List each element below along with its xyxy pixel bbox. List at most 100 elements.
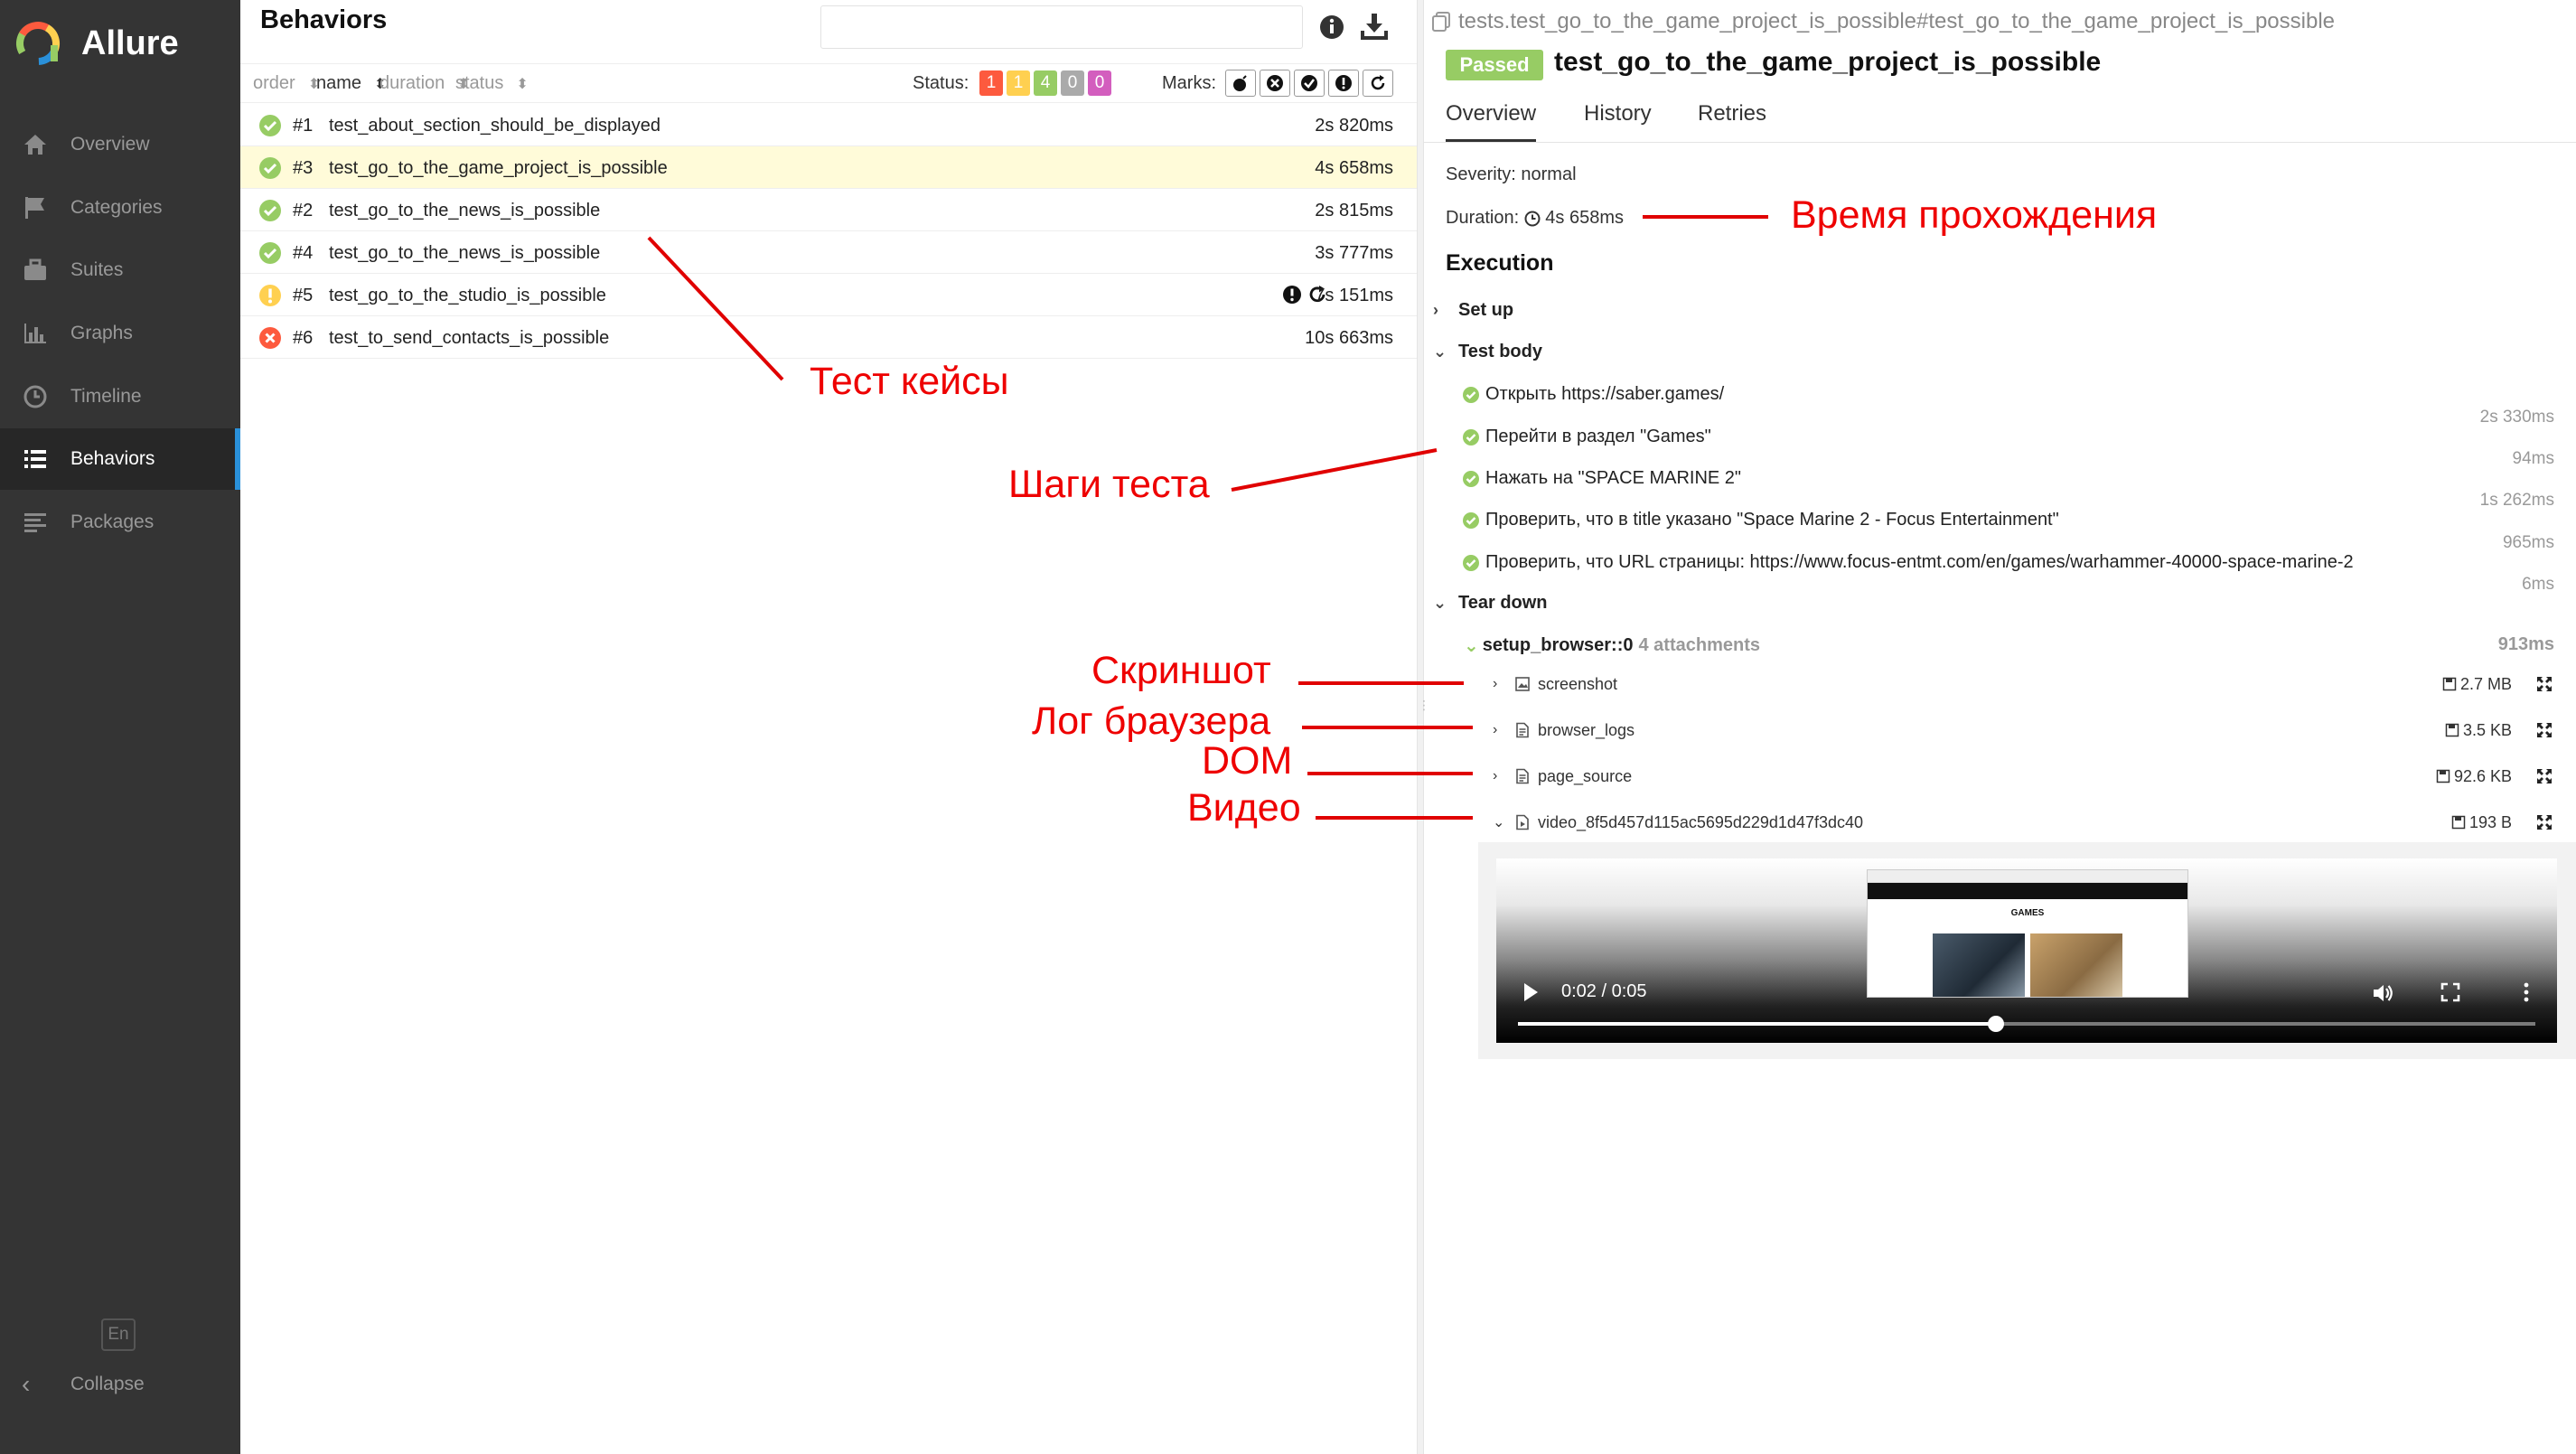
video-player[interactable]: GAMES 0:02 / 0:05 [1496, 858, 2557, 1043]
sidebar-item-label: Categories [70, 197, 163, 218]
attachment-browser-logs[interactable]: › browser_logs 3.5 KB [1493, 712, 2559, 748]
step-duration: 2s 330ms [2479, 408, 2554, 427]
clock-icon [1524, 211, 1541, 226]
sidebar-item-label: Graphs [70, 323, 133, 343]
video-progress-fill [1518, 1022, 1997, 1026]
sidebar-item-overview[interactable]: Overview [0, 114, 240, 175]
test-row[interactable]: #1 test_about_section_should_be_displaye… [240, 104, 1417, 146]
brand[interactable]: Allure [13, 16, 179, 70]
test-row[interactable]: #5 test_go_to_the_studio_is_possible 7s … [240, 274, 1417, 316]
execution-title: Execution [1446, 250, 1554, 276]
test-number: #6 [293, 328, 314, 348]
brand-name: Allure [81, 23, 179, 62]
step-duration: 965ms [2502, 533, 2554, 552]
teardown-fixture[interactable]: ⌄ setup_browser::0 4 attachments [1464, 634, 1760, 657]
passed-status-icon [1463, 470, 1479, 487]
test-name: test_go_to_the_studio_is_possible [329, 286, 606, 305]
copy-icon[interactable] [1431, 11, 1453, 33]
column-label: duration [379, 73, 445, 93]
check-circle-icon [1301, 75, 1317, 91]
more-options-icon[interactable] [2523, 981, 2530, 1003]
drag-handle-icon[interactable]: ⋮ [1418, 699, 1430, 746]
test-row[interactable]: #2 test_go_to_the_news_is_possible 2s 81… [240, 189, 1417, 231]
fullscreen-icon[interactable] [2440, 981, 2461, 1003]
mark-flaky-button[interactable] [1225, 70, 1256, 97]
expand-icon[interactable] [2535, 721, 2553, 739]
attachment-screenshot[interactable]: › screenshot 2.7 MB [1493, 666, 2559, 702]
info-icon[interactable] [1317, 13, 1346, 42]
status-count-passed[interactable]: 4 [1034, 70, 1057, 96]
video-file-icon [1516, 814, 1529, 830]
teardown-section[interactable]: ⌄ Tear down [1433, 593, 1548, 614]
expand-icon[interactable] [2535, 813, 2553, 831]
download-icon[interactable] [1359, 11, 1390, 42]
chevron-left-icon: ‹ [22, 1370, 31, 1398]
test-body-section[interactable]: ⌄ Test body [1433, 342, 1542, 362]
chevron-down-icon: ⌄ [1433, 594, 1447, 612]
expand-icon[interactable] [2535, 675, 2553, 693]
setup-section[interactable]: › Set up [1433, 300, 1513, 321]
passed-status-icon [1463, 386, 1479, 403]
mark-new-passed-button[interactable] [1294, 70, 1325, 97]
passed-status-icon [259, 115, 281, 136]
column-label: name [316, 73, 362, 93]
test-row-selected[interactable]: #3 test_go_to_the_game_project_is_possib… [240, 146, 1417, 189]
status-count-unknown[interactable]: 0 [1088, 70, 1111, 96]
step-item[interactable]: Проверить, что URL страницы: https://www… [1462, 552, 2354, 573]
failed-status-icon [259, 327, 281, 349]
test-row[interactable]: #6 test_to_send_contacts_is_possible 10s… [240, 316, 1417, 359]
mark-new-failed-button[interactable] [1260, 70, 1290, 97]
sidebar-item-packages[interactable]: Packages [0, 492, 240, 553]
sort-name[interactable]: name ⬍ [316, 73, 386, 94]
volume-icon[interactable] [2371, 981, 2394, 1005]
save-icon [2436, 769, 2450, 783]
annotation-video: Видео [1187, 786, 1301, 830]
exclamation-circle-icon [1335, 75, 1352, 91]
chevron-down-icon: ⌄ [1493, 815, 1505, 830]
tab-overview[interactable]: Overview [1446, 101, 1537, 142]
video-progress-bar[interactable] [1518, 1016, 2535, 1032]
sort-order[interactable]: order ⬍ [253, 73, 320, 94]
expand-icon[interactable] [2535, 767, 2553, 785]
status-count-failed[interactable]: 1 [979, 70, 1003, 96]
step-text: Проверить, что в title указано "Space Ma… [1485, 510, 2059, 530]
fixture-duration: 913ms [2497, 634, 2554, 654]
collapse-button[interactable]: ‹ Collapse [22, 1366, 145, 1402]
status-count-broken[interactable]: 1 [1007, 70, 1030, 96]
language-selector[interactable]: En [101, 1318, 136, 1351]
attachment-page-source[interactable]: › page_source 92.6 KB [1493, 758, 2559, 794]
passed-status-icon [259, 200, 281, 221]
step-text: Проверить, что URL страницы: https://www… [1485, 552, 2354, 572]
sidebar-item-suites[interactable]: Suites [0, 239, 240, 301]
sidebar-item-graphs[interactable]: Graphs [0, 303, 240, 364]
sidebar-item-categories[interactable]: Categories [0, 177, 240, 239]
step-text: Нажать на "SPACE MARINE 2" [1485, 468, 1742, 488]
search-input[interactable] [820, 5, 1303, 49]
step-item[interactable]: Перейти в раздел "Games" [1462, 427, 1711, 447]
severity-label: Severity: [1446, 164, 1516, 184]
tab-retries[interactable]: Retries [1698, 101, 1766, 139]
tab-history[interactable]: History [1584, 101, 1652, 139]
attachment-video[interactable]: ⌄ video_8f5d457d115ac5695d229d1d47f3dc40… [1493, 804, 2559, 840]
game-thumbnail [1933, 933, 2025, 997]
annotation-pass-time: Время прохождения [1791, 193, 2158, 237]
list-header: order ⬍ name ⬍ duration ⬍ status ⬍ Statu… [240, 63, 1417, 103]
mark-new-broken-button[interactable] [1328, 70, 1359, 97]
sidebar-item-timeline[interactable]: Timeline [0, 366, 240, 427]
page-title: Behaviors [260, 5, 388, 34]
test-fullname[interactable]: tests.test_go_to_the_game_project_is_pos… [1431, 9, 2335, 34]
sidebar-item-behaviors[interactable]: Behaviors [0, 428, 240, 490]
sort-status[interactable]: status ⬍ [455, 73, 529, 94]
step-item[interactable]: Открыть https://saber.games/ [1462, 384, 1724, 405]
play-icon[interactable] [1522, 981, 1540, 1003]
chevron-down-icon: ⌄ [1464, 636, 1479, 656]
mark-retries-button[interactable] [1363, 70, 1393, 97]
step-item[interactable]: Проверить, что в title указано "Space Ma… [1462, 510, 2059, 530]
test-name: test_about_section_should_be_displayed [329, 116, 660, 136]
test-duration: 2s 820ms [1315, 116, 1393, 136]
step-item[interactable]: Нажать на "SPACE MARINE 2" [1462, 468, 1741, 489]
packages-icon [22, 509, 49, 536]
status-count-skipped[interactable]: 0 [1061, 70, 1084, 96]
test-row[interactable]: #4 test_go_to_the_news_is_possible 3s 77… [240, 231, 1417, 274]
save-icon [2451, 815, 2466, 830]
